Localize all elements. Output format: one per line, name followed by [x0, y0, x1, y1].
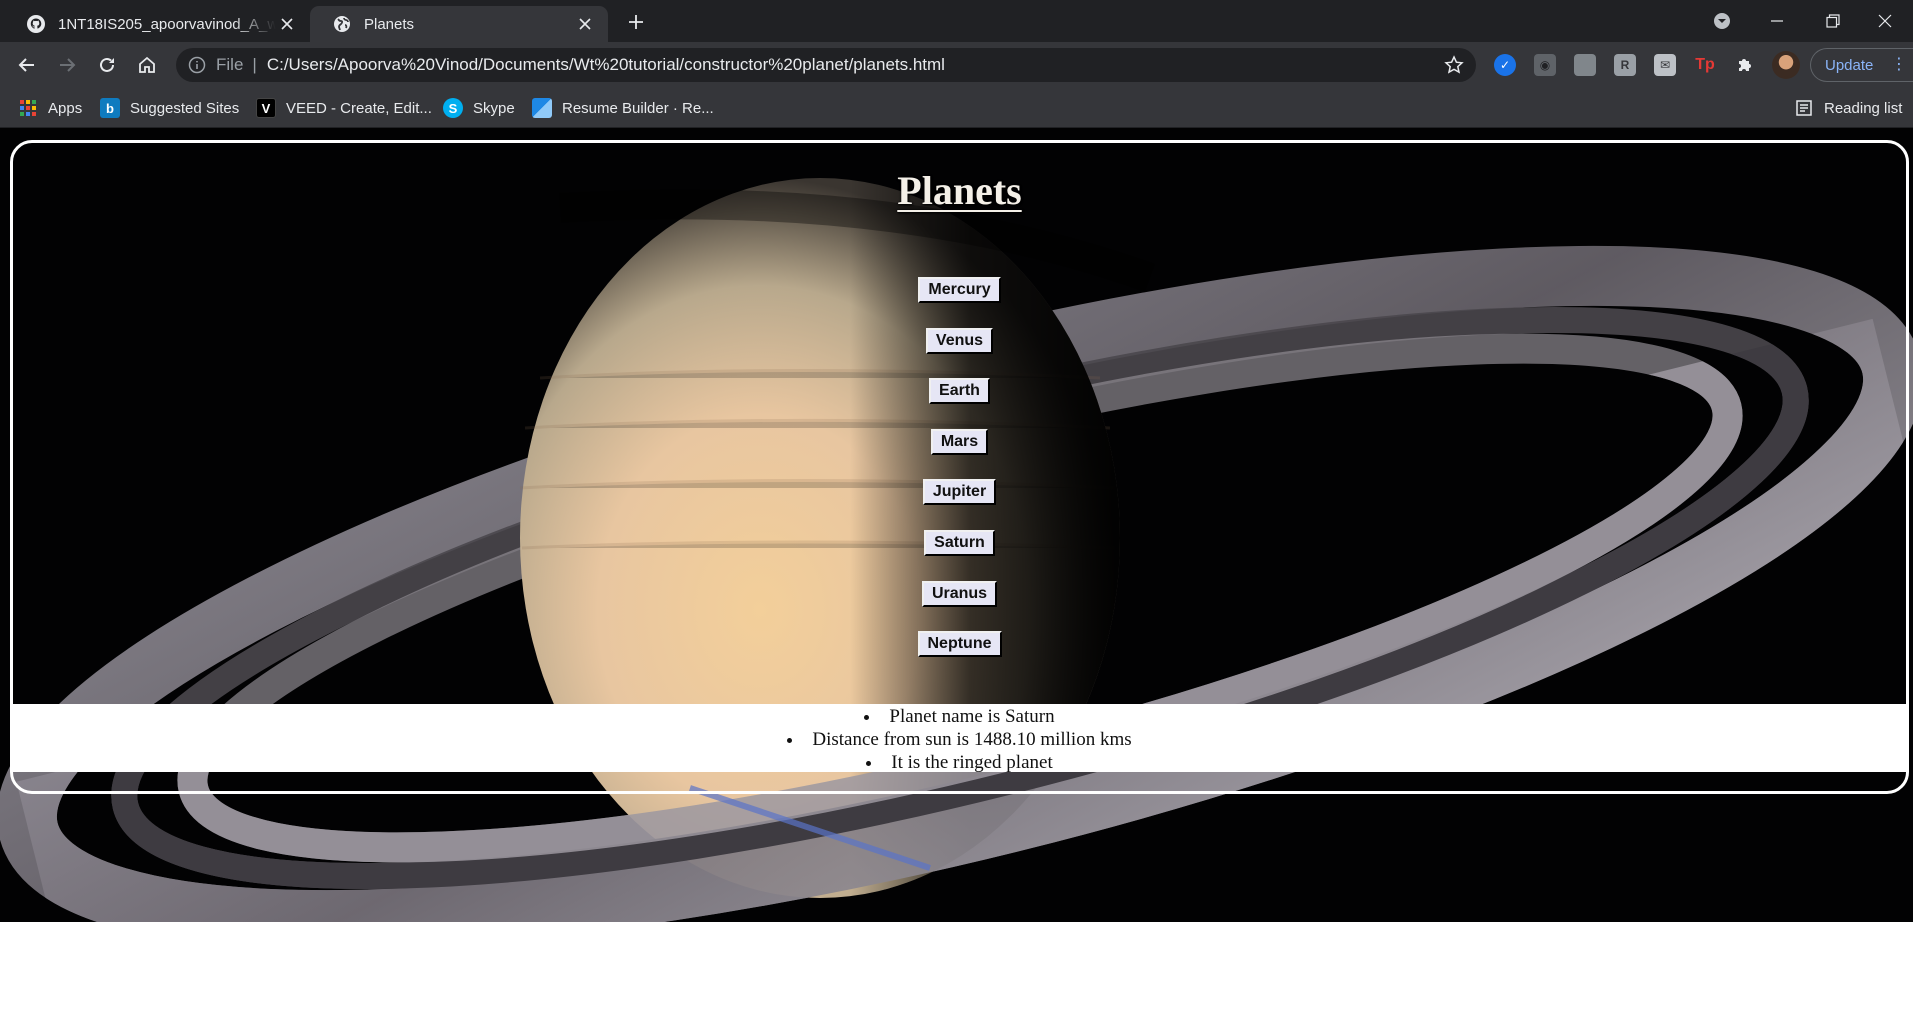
reading-list-button[interactable]: Reading list [1794, 98, 1902, 118]
bookmark-label: Skype [473, 99, 515, 117]
home-icon [139, 56, 155, 73]
extension-grey-icon[interactable] [1574, 54, 1596, 76]
planet-button-saturn[interactable]: Saturn [924, 529, 995, 556]
reload-button[interactable] [93, 51, 121, 79]
bookmark-skype[interactable]: S Skype [443, 98, 515, 118]
minimize-button[interactable] [1749, 0, 1805, 42]
planet-button-neptune[interactable]: Neptune [917, 631, 1002, 658]
bookmarks-bar: Apps b Suggested Sites V VEED - Create, … [0, 88, 1913, 128]
bookmark-label: Suggested Sites [130, 99, 240, 117]
close-window-button[interactable] [1857, 0, 1913, 42]
url-divider: | [252, 55, 257, 74]
planet-button-earth[interactable]: Earth [929, 378, 990, 405]
extension-camera-icon[interactable]: ◉ [1534, 54, 1556, 76]
tab-title: 1NT18IS205_apoorvavinod_A_wt [58, 15, 276, 33]
menu-dots-icon[interactable]: ⋮ [1891, 56, 1907, 74]
tab-search-button[interactable] [1694, 0, 1750, 42]
extension-tp-icon[interactable]: Tp [1694, 54, 1716, 76]
extension-blue-icon[interactable]: ✓ [1494, 54, 1516, 76]
extension-r-icon[interactable]: R [1614, 54, 1636, 76]
planet-info-list: Planet name is Saturn Distance from sun … [13, 704, 1906, 774]
close-tab-icon[interactable] [574, 13, 596, 35]
extensions-puzzle-icon[interactable] [1734, 54, 1756, 76]
arrow-left-icon [18, 58, 34, 72]
browser-toolbar: File | C:/Users/Apoorva%20Vinod/Document… [0, 42, 1913, 88]
planet-info-description: It is the ringed planet [13, 751, 1906, 774]
tab-planets[interactable]: Planets [310, 6, 608, 42]
bing-icon: b [100, 98, 120, 118]
bookmark-star-icon[interactable] [1444, 55, 1464, 75]
home-button[interactable] [133, 51, 161, 79]
close-icon [1878, 14, 1892, 28]
bookmark-label: Apps [48, 99, 83, 117]
plus-icon [629, 15, 643, 29]
skype-icon: S [443, 98, 463, 118]
minimize-icon [1771, 20, 1783, 22]
reading-list-label: Reading list [1824, 99, 1903, 117]
bookmark-veed[interactable]: V VEED - Create, Edit... [256, 98, 432, 118]
profile-avatar[interactable] [1772, 51, 1800, 79]
bookmark-suggested-sites[interactable]: b Suggested Sites [100, 98, 239, 118]
url-text[interactable]: C:/Users/Apoorva%20Vinod/Documents/Wt%20… [267, 55, 945, 75]
info-icon[interactable] [188, 56, 206, 74]
bookmark-label: VEED - Create, Edit... [286, 99, 432, 117]
address-bar[interactable]: File | C:/Users/Apoorva%20Vinod/Document… [176, 48, 1476, 82]
planet-button-mercury[interactable]: Mercury [918, 277, 1001, 303]
update-label: Update [1825, 56, 1874, 74]
planet-info-name: Planet name is Saturn [13, 705, 1906, 728]
arrow-right-icon [60, 58, 76, 72]
restore-icon [1826, 14, 1840, 28]
planet-button-venus[interactable]: Venus [925, 327, 994, 354]
bookmark-label: Resume Builder · Re... [562, 99, 714, 117]
chevron-down-circle-icon [1714, 13, 1730, 29]
tab-title: Planets [364, 15, 415, 33]
veed-icon: V [256, 98, 276, 118]
planet-info-panel: Planet name is Saturn Distance from sun … [13, 704, 1906, 774]
url-scheme-label: File [216, 55, 244, 74]
resume-builder-icon [532, 98, 552, 118]
forward-button[interactable] [53, 51, 81, 79]
restore-button[interactable] [1805, 0, 1861, 42]
tab-github[interactable]: 1NT18IS205_apoorvavinod_A_wt [4, 6, 310, 42]
planet-frame: Planets Mercury Venus Earth Mars Jupiter… [10, 140, 1909, 794]
page-viewport: Planets Mercury Venus Earth Mars Jupiter… [0, 128, 1913, 922]
extension-mail-icon[interactable]: ✉ [1654, 54, 1676, 76]
apps-grid-icon [20, 100, 36, 116]
back-button[interactable] [13, 51, 41, 79]
planet-button-jupiter[interactable]: Jupiter [922, 479, 997, 506]
github-icon [27, 15, 45, 33]
planet-button-list: Mercury Venus Earth Mars Jupiter Saturn … [13, 277, 1906, 682]
planet-info-distance: Distance from sun is 1488.10 million kms [13, 728, 1906, 751]
globe-icon [334, 16, 350, 32]
page-below-background [0, 922, 1913, 1021]
reading-list-icon [1796, 100, 1812, 116]
update-button[interactable]: Update ⋮ [1810, 48, 1913, 82]
close-tab-icon[interactable] [276, 13, 298, 35]
new-tab-button[interactable] [622, 8, 650, 36]
bookmark-apps[interactable]: Apps [18, 98, 82, 118]
planet-button-mars[interactable]: Mars [930, 428, 989, 455]
bookmark-resume-builder[interactable]: Resume Builder · Re... [532, 98, 714, 118]
reload-icon [100, 57, 114, 72]
planet-button-uranus[interactable]: Uranus [921, 580, 998, 607]
tab-strip: 1NT18IS205_apoorvavinod_A_wt Planets [0, 0, 1913, 42]
page-title: Planets [897, 168, 1022, 213]
